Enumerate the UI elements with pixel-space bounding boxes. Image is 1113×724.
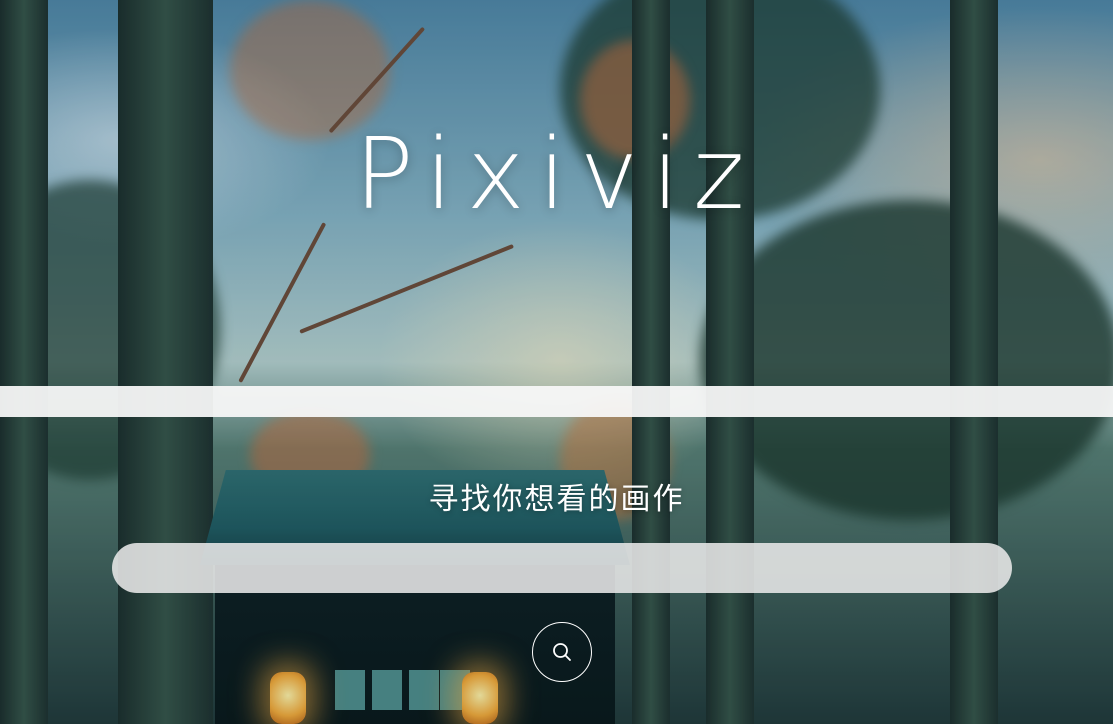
background-overlay: [0, 0, 1113, 724]
site-title: Pixiviz: [354, 118, 759, 232]
search-prompt: 寻找你想看的画作: [428, 482, 685, 517]
divider-band: [0, 386, 1113, 417]
search-input[interactable]: [112, 543, 1012, 593]
search-button[interactable]: [532, 622, 592, 682]
search-icon: [551, 641, 573, 663]
background-scene: [0, 0, 1113, 724]
